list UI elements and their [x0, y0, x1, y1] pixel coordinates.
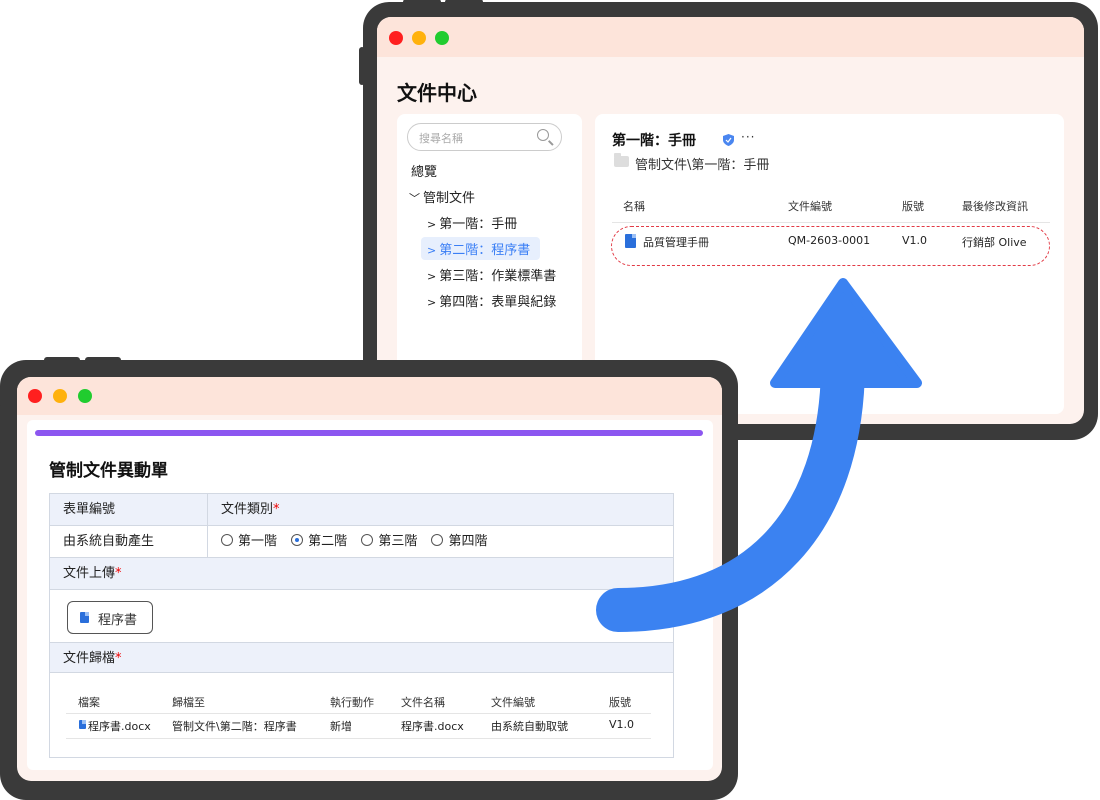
- flow-arrow-icon: [596, 278, 922, 632]
